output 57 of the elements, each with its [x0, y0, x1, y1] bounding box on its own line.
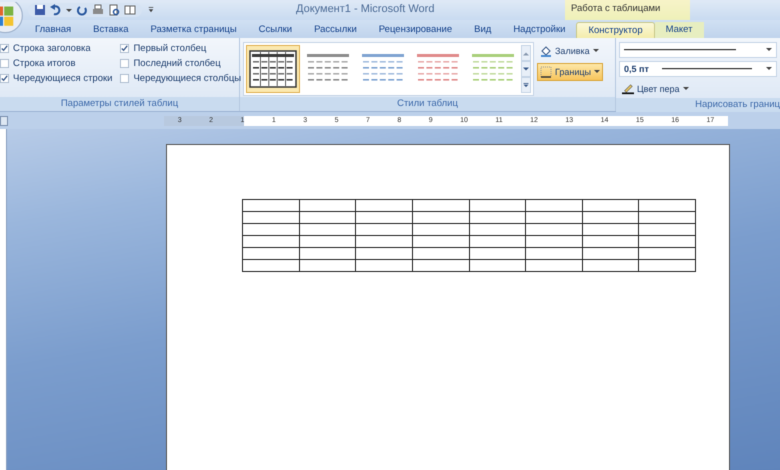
undo-icon[interactable] [50, 4, 62, 16]
ribbon-tab[interactable]: Надстройки [502, 22, 576, 38]
checkbox-label[interactable]: Строка заголовка [13, 43, 91, 54]
checkbox-label[interactable]: Первый столбец [133, 43, 206, 54]
line-sample-icon [624, 49, 736, 51]
up-arrow-icon [523, 50, 529, 56]
group-label: Параметры стилей таблиц [0, 97, 239, 111]
checkbox[interactable] [120, 59, 130, 68]
checkbox[interactable] [0, 44, 9, 53]
shading-button[interactable]: Заливка [537, 42, 603, 60]
redo-icon[interactable] [76, 4, 88, 16]
ribbon-tab[interactable]: Вид [463, 22, 502, 38]
line-weight-dropdown[interactable]: 0,5 пт [619, 61, 777, 77]
print-preview-icon[interactable] [108, 4, 120, 16]
borders-button[interactable]: Границы [537, 63, 603, 81]
group-label: Стили таблиц [240, 97, 615, 111]
checkbox-label[interactable]: Последний столбец [133, 58, 221, 69]
save-icon[interactable] [34, 4, 46, 16]
checkbox[interactable] [0, 74, 9, 83]
ruler-toggle-icon[interactable] [0, 116, 8, 126]
document-icon[interactable] [124, 4, 136, 16]
pen-icon [622, 83, 634, 95]
caret-icon [592, 49, 599, 53]
line-style-dropdown[interactable] [619, 42, 777, 58]
ribbon-tab[interactable]: Конструктор [576, 22, 655, 38]
caret-icon[interactable] [66, 7, 72, 13]
pen-color-button[interactable]: Цвет пера [619, 80, 692, 98]
table-style-thumbnail[interactable] [246, 45, 300, 93]
group-label: Нарисовать границ [616, 98, 780, 112]
ribbon-tab[interactable]: Макет [654, 22, 704, 38]
caret-icon [766, 48, 772, 52]
context-tab-label: Работа с таблицами [565, 0, 690, 20]
checkbox-label[interactable]: Чередующиеся строки [13, 73, 112, 84]
checkbox[interactable] [120, 44, 130, 53]
checkbox-label[interactable]: Чередующиеся столбцы [133, 73, 242, 84]
ribbon-tab[interactable]: Вставка [82, 22, 140, 38]
paint-bucket-icon [540, 45, 552, 57]
borders-icon [540, 66, 552, 78]
ribbon-tab[interactable]: Рецензирование [368, 22, 464, 38]
expand-icon [523, 82, 529, 88]
ribbon-tab[interactable]: Ссылки [248, 22, 304, 38]
more-button[interactable] [521, 77, 531, 93]
customize-caret-icon[interactable] [148, 7, 154, 13]
checkbox-label[interactable]: Строка итогов [13, 58, 76, 69]
ribbon-tab[interactable]: Разметка страницы [139, 22, 248, 38]
ribbon-tab[interactable]: Главная [24, 22, 82, 38]
down-arrow-icon [523, 66, 529, 72]
checkbox[interactable] [0, 59, 9, 68]
caret-icon [594, 70, 600, 74]
printer-icon[interactable] [92, 4, 104, 16]
window-title: Документ1 - Microsoft Word [296, 3, 434, 15]
checkbox[interactable] [120, 74, 130, 83]
caret-icon [682, 87, 689, 91]
line-sample-icon [662, 68, 752, 70]
scroll-down-button[interactable] [521, 61, 531, 77]
ribbon-tab[interactable]: Рассылки [303, 22, 368, 38]
caret-icon [766, 67, 772, 71]
